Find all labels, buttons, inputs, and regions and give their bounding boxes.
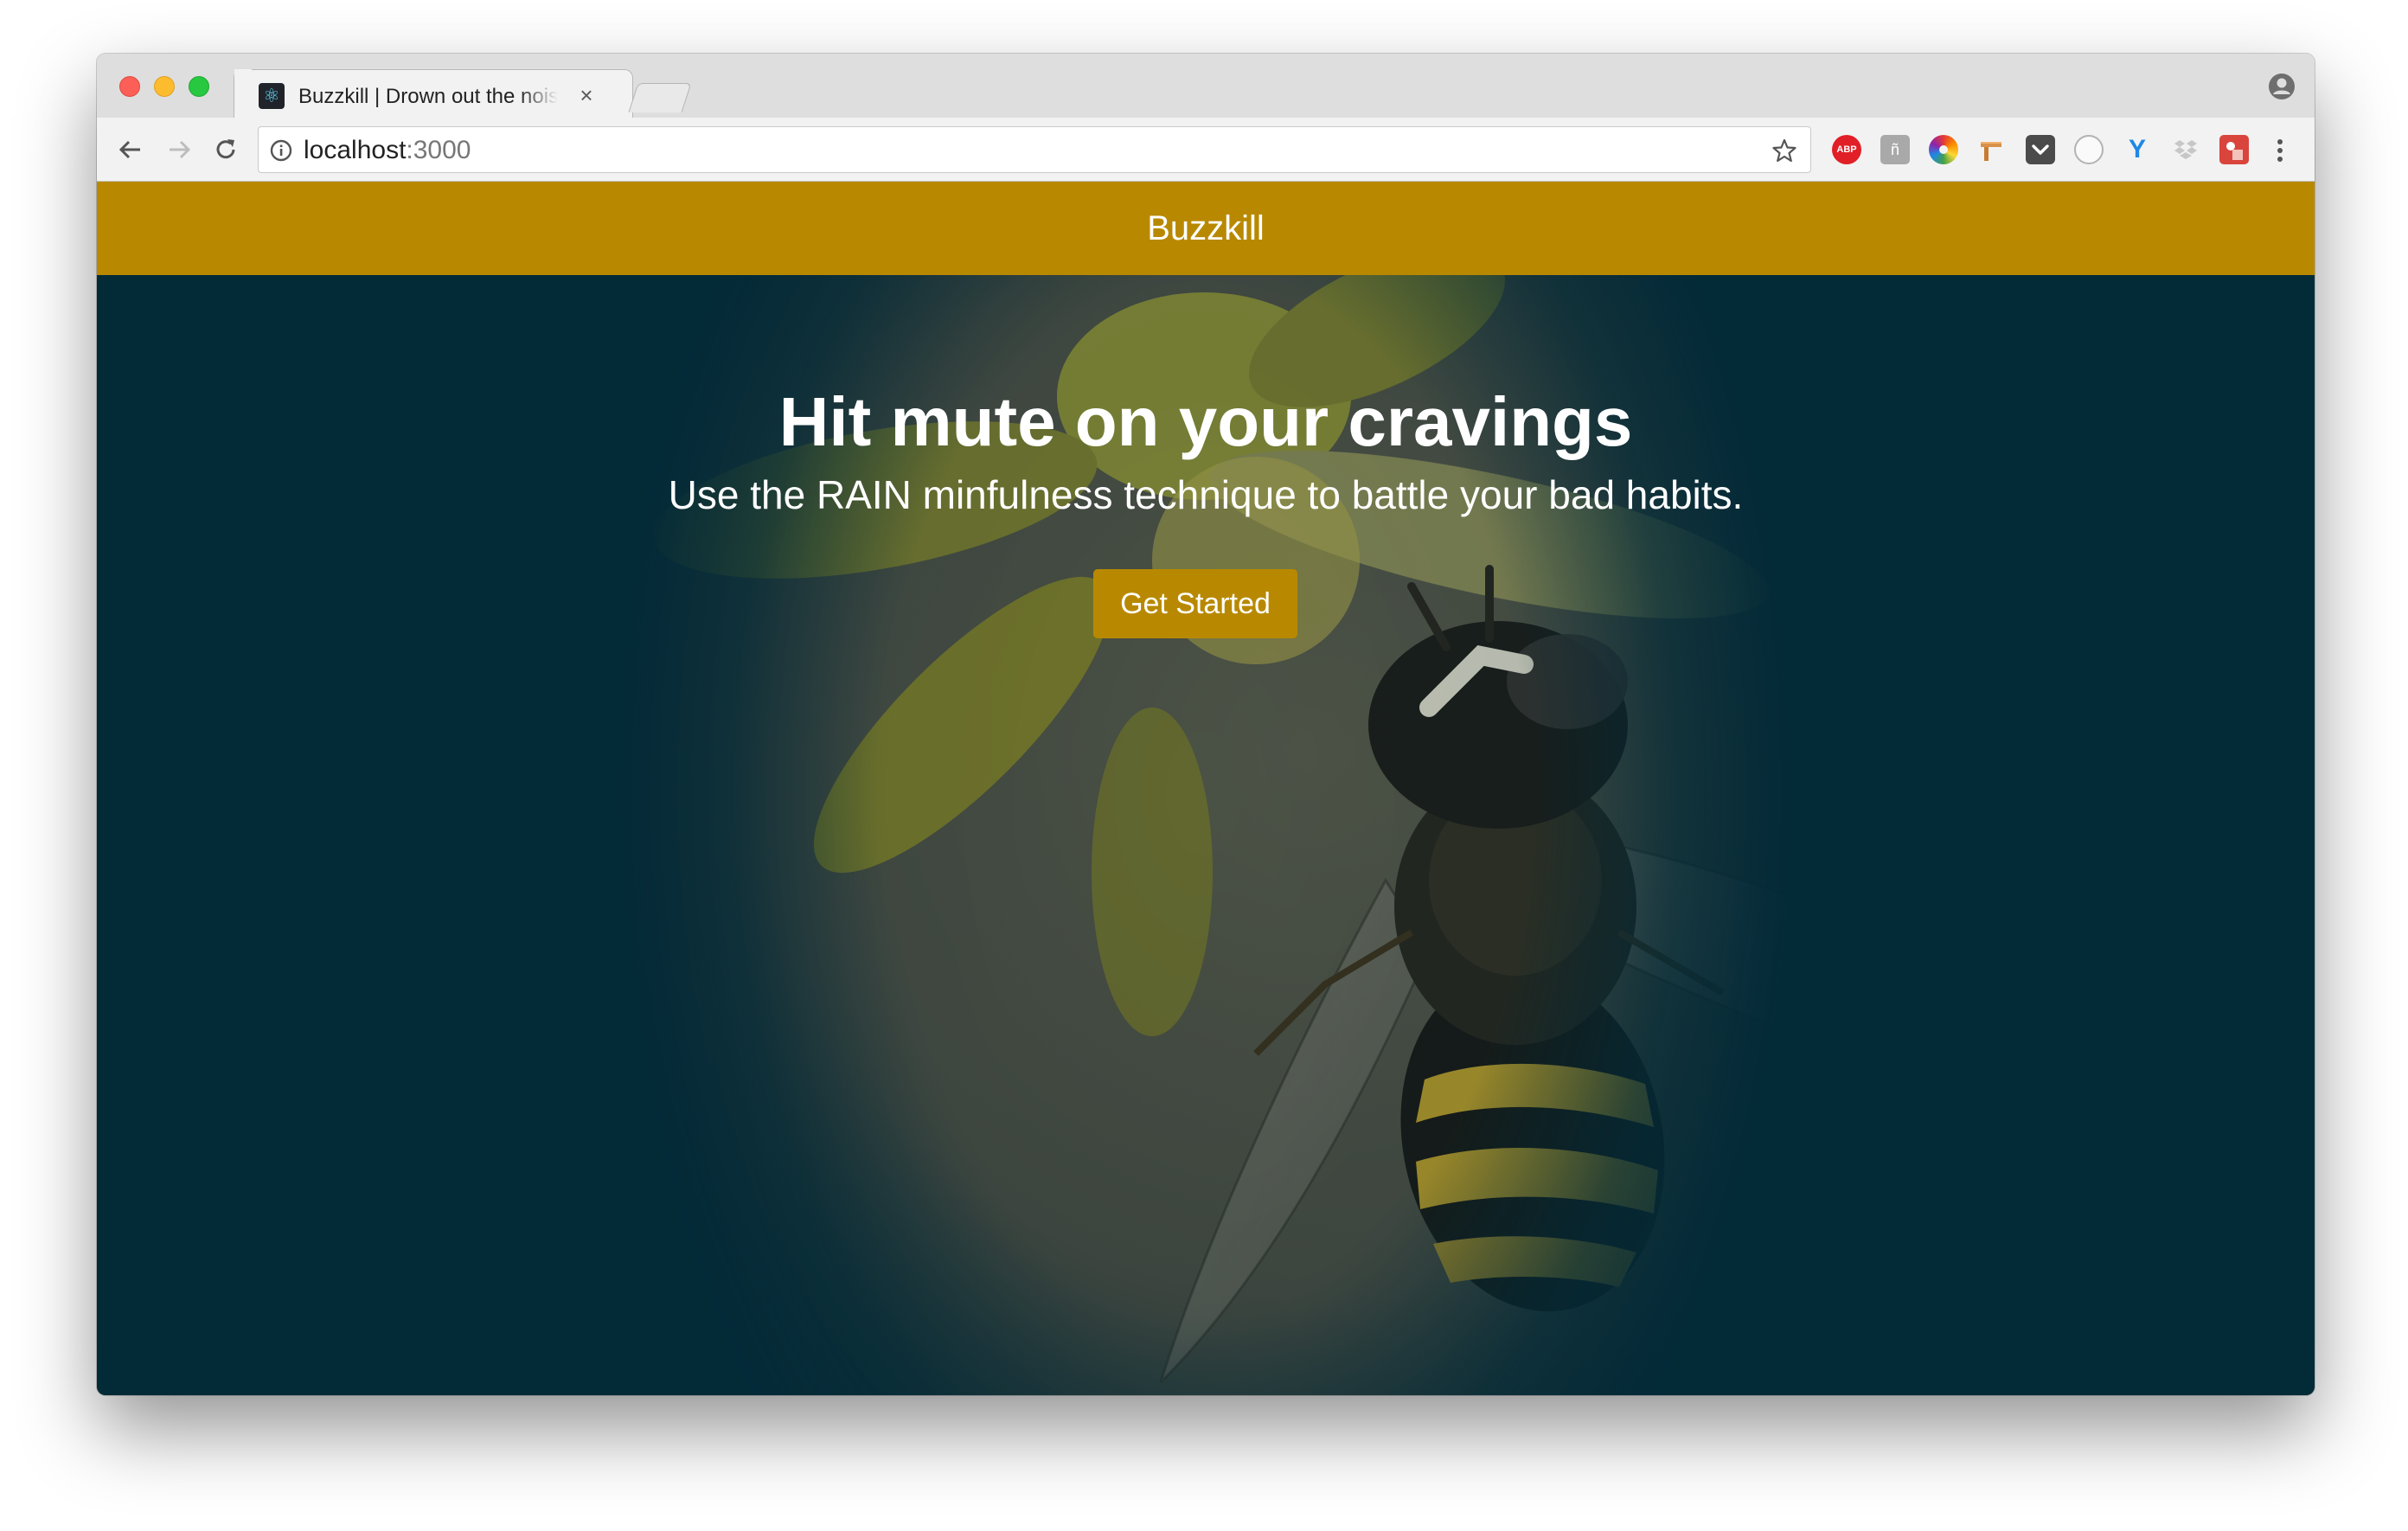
app-navbar: Buzzkill (97, 182, 2315, 275)
browser-window: ⚛ Buzzkill | Drown out the noise × local… (97, 54, 2315, 1395)
window-minimize-button[interactable] (154, 76, 175, 97)
grey-extension-icon[interactable]: ñ (1880, 135, 1910, 164)
y-extension-icon[interactable]: Y (2123, 135, 2152, 164)
adblock-plus-icon[interactable]: ABP (1832, 135, 1861, 164)
color-wheel-icon[interactable] (1929, 135, 1958, 164)
window-maximize-button[interactable] (189, 76, 209, 97)
profile-icon[interactable] (2266, 71, 2297, 102)
red-extension-icon[interactable] (2219, 135, 2249, 164)
brand-link[interactable]: Buzzkill (1147, 206, 1265, 251)
back-arrow-icon[interactable] (114, 133, 147, 166)
hero-title: Hit mute on your cravings (778, 383, 1633, 460)
get-started-button[interactable]: Get Started (1093, 569, 1297, 638)
info-icon[interactable] (269, 138, 293, 163)
dropbox-icon[interactable] (2171, 135, 2200, 164)
reload-icon[interactable] (209, 133, 242, 166)
wood-extension-icon[interactable] (1977, 135, 2007, 164)
tab-strip: ⚛ Buzzkill | Drown out the noise × (97, 54, 2315, 119)
web-page: Buzzkill Hit mute on your cravings Use t… (97, 182, 2315, 1395)
tab-title: Buzzkill | Drown out the noise (298, 85, 558, 108)
address-bar[interactable]: localhost:3000 (258, 126, 1811, 173)
url-port: :3000 (406, 136, 471, 164)
react-icon: ⚛ (259, 83, 285, 109)
circle-extension-icon[interactable] (2074, 135, 2104, 164)
tab-close-icon[interactable]: × (573, 82, 599, 108)
pocket-icon[interactable] (2026, 135, 2055, 164)
hero-subtitle: Use the RAIN minfulness technique to bat… (668, 472, 1744, 517)
hero-section: Hit mute on your cravings Use the RAIN m… (97, 275, 2315, 1395)
browser-tab[interactable]: ⚛ Buzzkill | Drown out the noise × (234, 69, 633, 119)
url-text[interactable]: localhost:3000 (304, 136, 471, 165)
bookmark-star-icon[interactable] (1771, 137, 1798, 164)
forward-arrow-icon[interactable] (163, 133, 195, 166)
url-host: localhost (304, 136, 407, 164)
window-close-button[interactable] (119, 76, 140, 97)
browser-toolbar: localhost:3000 ABP ñ Y (97, 118, 2315, 182)
more-vert-icon[interactable] (2275, 137, 2285, 164)
new-tab-button[interactable] (628, 83, 692, 112)
